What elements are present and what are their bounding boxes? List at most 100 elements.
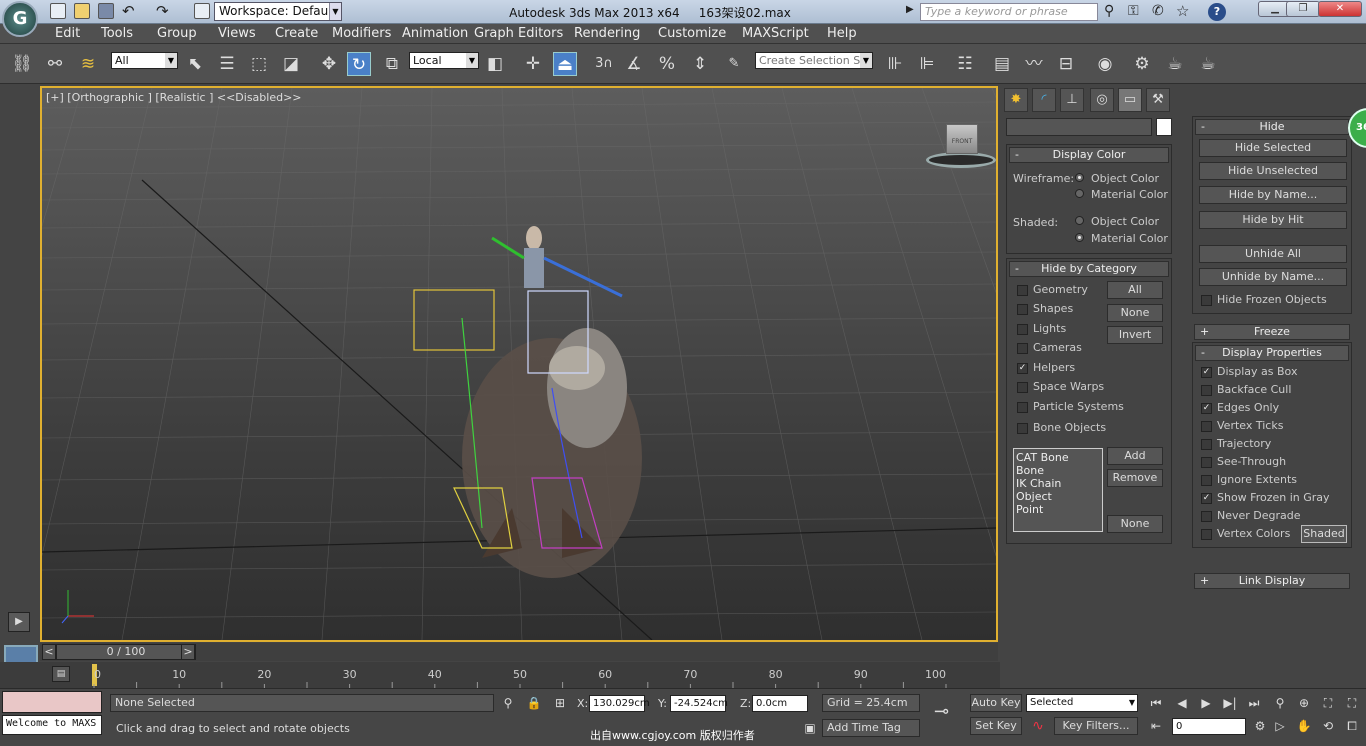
close-button[interactable]: ✕ <box>1318 1 1362 17</box>
absolute-mode-icon[interactable]: ⊞ <box>552 695 568 711</box>
render-setup-icon[interactable]: ⚙ <box>1130 52 1154 76</box>
application-menu-icon[interactable]: G <box>2 1 38 37</box>
track-bar[interactable]: ▤ 0 10 20 30 40 50 60 70 80 90 100 <box>0 662 1000 688</box>
maximize-button[interactable]: ❐ <box>1286 1 1320 17</box>
hide-by-hit-button[interactable]: Hide by Hit <box>1199 211 1347 229</box>
freeze-header[interactable]: + Freeze <box>1194 324 1350 340</box>
display-property-checkbox[interactable] <box>1201 457 1212 468</box>
next-frame-icon[interactable]: ▶| <box>1222 695 1238 711</box>
orbit-icon[interactable]: ⟲ <box>1320 718 1336 734</box>
go-to-end-icon[interactable]: ⏭ <box>1246 695 1262 711</box>
unhide-all-button[interactable]: Unhide All <box>1199 245 1347 263</box>
menu-maxscript[interactable]: MAXScript <box>742 26 809 41</box>
selection-filter-dropdown[interactable]: All ▼ <box>111 52 178 69</box>
bind-space-warp-icon[interactable]: ≋ <box>76 52 100 76</box>
time-slider-next-icon[interactable]: > <box>181 644 195 660</box>
select-by-name-icon[interactable]: ☰ <box>215 52 239 76</box>
favorites-star-icon[interactable]: ☆ <box>1176 2 1189 20</box>
isolate-selection-icon[interactable]: ⚲ <box>500 695 516 711</box>
category-checkbox[interactable] <box>1017 423 1028 434</box>
curve-editor-icon[interactable]: 〰 <box>1022 52 1046 76</box>
spinner-snap-icon[interactable]: ⇕ <box>688 52 712 76</box>
material-editor-icon[interactable]: ◉ <box>1093 52 1117 76</box>
y-coordinate-field[interactable]: -24.524cm <box>670 695 728 712</box>
communication-center-icon[interactable]: ✆ <box>1152 3 1164 19</box>
display-property-checkbox[interactable] <box>1201 439 1212 450</box>
select-and-rotate-icon[interactable]: ↻ <box>347 52 371 76</box>
rendered-frame-window-icon[interactable]: ☕ <box>1163 52 1187 76</box>
unhide-by-name-button[interactable]: Unhide by Name... <box>1199 268 1347 286</box>
key-icon[interactable]: ⚿ <box>1128 3 1139 19</box>
viewport-orthographic[interactable]: [+] [Orthographic ] [Realistic ] <<Disab… <box>40 86 998 642</box>
select-and-scale-icon[interactable]: ⧉ <box>380 52 404 76</box>
add-time-tag-button[interactable]: Add Time Tag <box>822 719 920 737</box>
select-object-icon[interactable]: ⬉ <box>183 52 207 76</box>
expand-ribbon-button[interactable]: ▶ <box>8 612 30 632</box>
zoom-extents-all-icon[interactable]: ⛶ <box>1344 695 1360 711</box>
time-configuration-icon[interactable]: ⚙ <box>1252 718 1268 734</box>
link-icon[interactable]: ⛓ <box>10 52 34 76</box>
category-all-button[interactable]: All <box>1107 281 1163 299</box>
pivot-center-icon[interactable]: ◧ <box>483 52 507 76</box>
remove-category-button[interactable]: Remove <box>1107 469 1163 487</box>
category-checkbox[interactable] <box>1017 324 1028 335</box>
menu-customize[interactable]: Customize <box>658 26 726 41</box>
named-selection-set-dropdown[interactable]: Create Selection Se ▼ <box>755 52 873 69</box>
category-checkbox[interactable] <box>1017 343 1028 354</box>
align-icon[interactable]: ⊫ <box>915 52 939 76</box>
category-none-button[interactable]: None <box>1107 304 1163 322</box>
open-mini-curve-editor-icon[interactable]: ▤ <box>52 666 70 682</box>
layer-manager-icon[interactable]: ☷ <box>953 52 977 76</box>
vertex-colors-shaded-button[interactable]: Shaded <box>1301 525 1347 543</box>
schematic-view-icon[interactable]: ⊟ <box>1054 52 1078 76</box>
rectangular-selection-icon[interactable]: ⬚ <box>247 52 271 76</box>
undo-icon[interactable]: ↶ <box>122 2 135 20</box>
unlink-icon[interactable]: ⚯ <box>43 52 67 76</box>
previous-frame-icon[interactable]: ◀ <box>1174 695 1190 711</box>
display-property-checkbox[interactable]: ✓ <box>1201 367 1212 378</box>
menu-rendering[interactable]: Rendering <box>574 26 640 41</box>
key-filters-button[interactable]: Key Filters... <box>1054 717 1138 735</box>
current-frame-field[interactable]: 0 <box>1172 718 1246 735</box>
tab-display-icon[interactable]: ▭ <box>1118 88 1142 112</box>
x-coordinate-field[interactable]: 130.029cm <box>589 695 650 712</box>
auto-key-button[interactable]: Auto Key <box>970 694 1022 712</box>
list-item[interactable]: Bone <box>1016 464 1100 477</box>
search-input[interactable]: Type a keyword or phrase <box>920 3 1098 21</box>
display-property-checkbox[interactable] <box>1201 385 1212 396</box>
wireframe-object-color-radio[interactable] <box>1075 173 1084 182</box>
category-checkbox[interactable] <box>1017 382 1028 393</box>
display-color-header[interactable]: - Display Color <box>1009 147 1169 163</box>
wireframe-material-color-radio[interactable] <box>1075 189 1084 198</box>
display-property-checkbox[interactable] <box>1201 511 1212 522</box>
list-none-button[interactable]: None <box>1107 515 1163 533</box>
hide-unselected-button[interactable]: Hide Unselected <box>1199 162 1347 180</box>
reference-coordinate-dropdown[interactable]: Local ▼ <box>409 52 479 69</box>
help-icon[interactable]: ? <box>1208 3 1226 21</box>
maxscript-mini-listener-top[interactable] <box>2 691 102 713</box>
menu-create[interactable]: Create <box>275 26 318 41</box>
snaps-toggle-icon[interactable]: 3∩ <box>592 52 616 76</box>
binoculars-icon[interactable]: ⚲ <box>1104 3 1114 19</box>
save-file-icon[interactable] <box>98 3 114 19</box>
key-mode-toggle-icon[interactable]: ⇤ <box>1148 718 1164 734</box>
object-color-swatch[interactable] <box>1156 118 1172 136</box>
selection-lock-icon[interactable]: 🔒 <box>526 695 542 711</box>
play-icon[interactable]: ▶ <box>1198 695 1214 711</box>
menu-help[interactable]: Help <box>827 26 857 41</box>
select-manipulate-icon[interactable]: ✛ <box>521 52 545 76</box>
percent-snap-icon[interactable]: % <box>655 52 679 76</box>
display-property-checkbox[interactable] <box>1201 421 1212 432</box>
category-checkbox[interactable] <box>1017 402 1028 413</box>
menu-animation[interactable]: Animation <box>402 26 468 41</box>
project-folder-icon[interactable] <box>194 3 210 19</box>
tab-create-icon[interactable]: ✸ <box>1004 88 1028 112</box>
time-slider[interactable]: < 0 / 100 > <box>40 643 998 661</box>
time-slider-prev-icon[interactable]: < <box>42 644 56 660</box>
display-property-checkbox[interactable] <box>1201 475 1212 486</box>
open-file-icon[interactable] <box>74 3 90 19</box>
zoom-all-icon[interactable]: ⊕ <box>1296 695 1312 711</box>
category-checkbox[interactable]: ✓ <box>1017 363 1028 374</box>
object-name-field[interactable] <box>1006 118 1152 136</box>
zoom-icon[interactable]: ⚲ <box>1272 695 1288 711</box>
